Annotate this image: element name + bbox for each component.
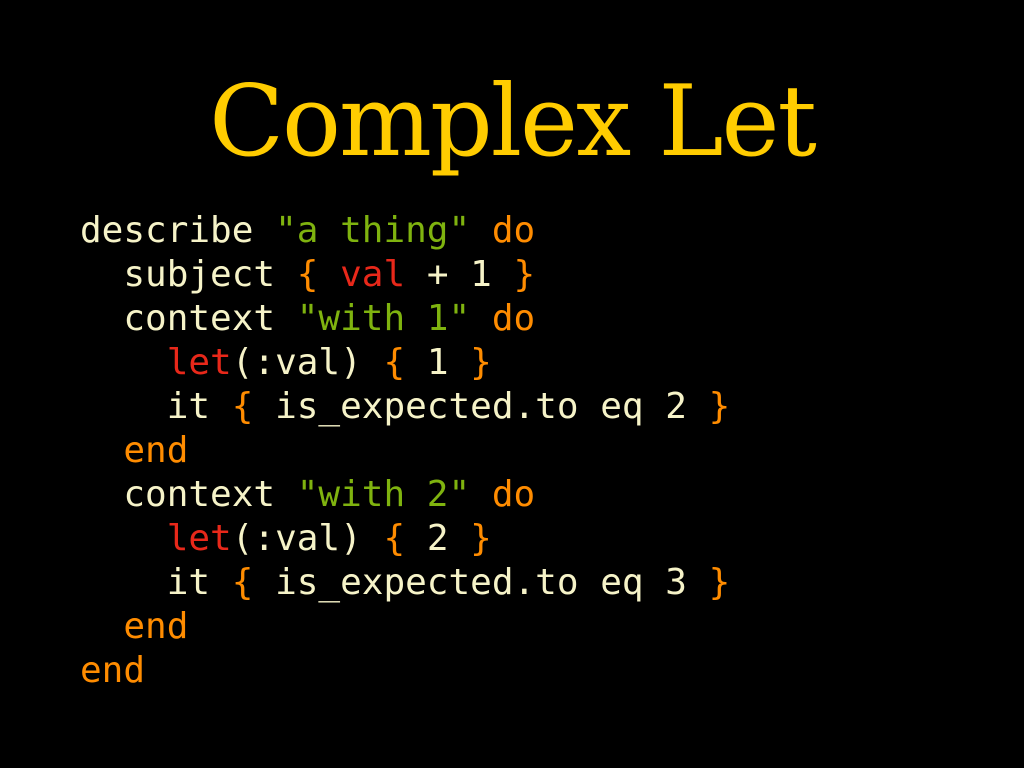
- code-line: it { is_expected.to eq 2 }: [80, 385, 731, 429]
- code-line: let(:val) { 2 }: [80, 517, 730, 561]
- ruby-keyword: end: [123, 430, 189, 471]
- code-text: (:val): [231, 518, 384, 559]
- string-literal: "with 1": [296, 298, 471, 339]
- ruby-keyword: {: [383, 518, 406, 559]
- ruby-keyword: {: [231, 386, 254, 427]
- code-line: it { is_expected.to eq 3 }: [80, 561, 731, 605]
- ruby-keyword: }: [708, 386, 731, 427]
- code-line: end: [80, 429, 730, 473]
- highlighted-identifier: let: [166, 518, 232, 559]
- code-text: 2: [405, 518, 471, 559]
- code-text: is_expected.to eq 2: [253, 386, 709, 427]
- ruby-keyword: {: [231, 562, 254, 603]
- ruby-keyword: do: [491, 210, 536, 251]
- code-text: 1: [405, 342, 471, 383]
- ruby-keyword: {: [383, 342, 406, 383]
- ruby-keyword: }: [470, 342, 492, 383]
- string-literal: "with 2": [296, 474, 471, 515]
- ruby-keyword: }: [708, 562, 731, 603]
- code-text: describe: [80, 210, 276, 251]
- highlighted-identifier: let: [166, 342, 232, 383]
- code-text: is_expected.to eq 3: [253, 562, 709, 603]
- code-line: describe "a thing" do: [80, 209, 730, 253]
- ruby-keyword: }: [513, 254, 536, 295]
- ruby-keyword: end: [123, 606, 189, 647]
- code-line: end: [80, 605, 730, 649]
- code-text: context: [80, 298, 297, 339]
- code-text: it: [80, 562, 232, 603]
- ruby-keyword: do: [491, 298, 536, 339]
- code-block: describe "a thing" do subject { val + 1 …: [80, 209, 730, 693]
- code-text: subject: [80, 254, 297, 295]
- code-text: it: [80, 386, 232, 427]
- code-text: context: [80, 474, 297, 515]
- ruby-keyword: do: [491, 474, 536, 515]
- ruby-keyword: end: [80, 650, 146, 691]
- highlighted-identifier: val: [340, 254, 406, 295]
- code-line: let(:val) { 1 }: [80, 341, 730, 385]
- code-text: (:val): [231, 342, 384, 383]
- string-literal: "a thing": [275, 210, 471, 251]
- code-line: context "with 1" do: [80, 297, 730, 341]
- code-text: + 1: [405, 254, 514, 295]
- code-line: context "with 2" do: [80, 473, 730, 517]
- ruby-keyword: {: [296, 254, 319, 295]
- code-line: subject { val + 1 }: [80, 253, 730, 297]
- code-line: end: [80, 649, 730, 693]
- ruby-keyword: }: [470, 518, 492, 559]
- slide-title: Complex Let: [209, 65, 817, 179]
